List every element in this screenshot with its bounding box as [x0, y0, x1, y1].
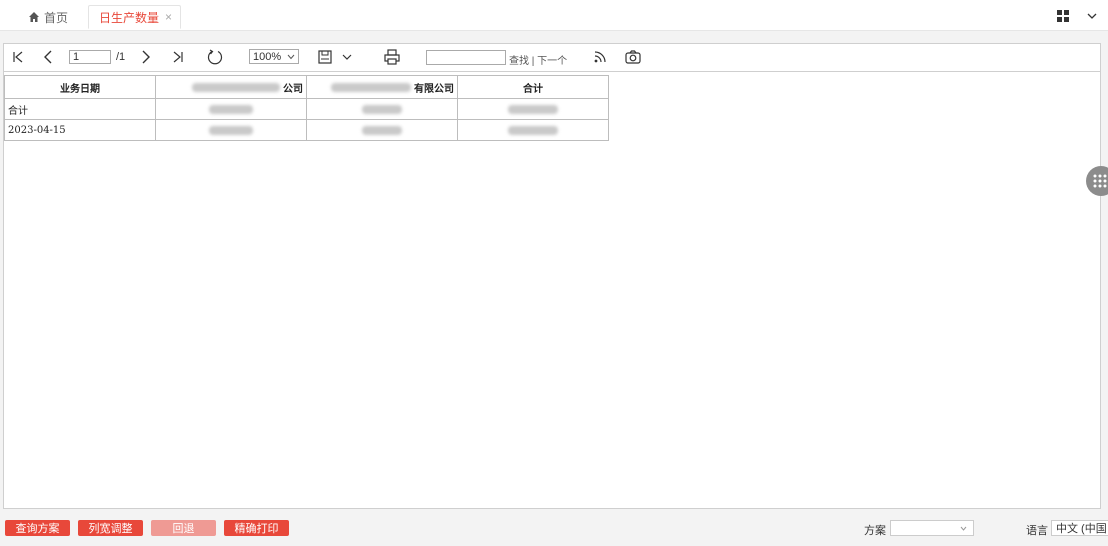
- refresh-icon: [207, 49, 223, 65]
- report-viewer: /1 100%: [3, 43, 1101, 509]
- redacted-value: [362, 125, 402, 135]
- report-toolbar: /1 100%: [4, 44, 1100, 72]
- last-page-icon: [173, 51, 183, 63]
- camera-icon: [625, 50, 641, 64]
- col-header-total: 合计: [457, 75, 609, 99]
- next-page-button[interactable]: [138, 48, 154, 66]
- chevron-down-icon: [287, 54, 295, 59]
- table-cell: [306, 119, 458, 141]
- find-next-link[interactable]: 查找 | 下一个: [509, 52, 567, 67]
- side-panel-handle[interactable]: [1086, 166, 1108, 196]
- language-label: 语言: [1026, 525, 1048, 537]
- col-header-company-2: 有限公司: [306, 75, 458, 99]
- grid-menu-icon[interactable]: [1057, 10, 1069, 22]
- save-button[interactable]: [316, 48, 334, 66]
- language-select[interactable]: 中文 (中国: [1051, 520, 1108, 536]
- redacted-value: [362, 104, 402, 114]
- printer-icon: [384, 49, 400, 65]
- chevron-down-icon: [342, 54, 352, 60]
- zoom-select[interactable]: 100%: [249, 49, 299, 64]
- rss-icon: [594, 51, 606, 63]
- row-label: 2023-04-15: [4, 119, 156, 141]
- last-page-button[interactable]: [170, 48, 186, 66]
- chevron-left-icon: [44, 50, 52, 64]
- find-input[interactable]: [426, 50, 506, 65]
- refresh-button[interactable]: [205, 48, 225, 66]
- language-value: 中文 (中国: [1056, 523, 1107, 535]
- table-cell: [155, 98, 307, 120]
- redacted-name: [331, 82, 411, 92]
- tab-daily-production[interactable]: 日生产数量 ×: [88, 5, 182, 29]
- redacted-value: [209, 104, 253, 114]
- table-cell: [457, 98, 609, 120]
- report-table: 业务日期 公司 有限公司 合计 合计 2023-04-15: [4, 75, 609, 141]
- page-total: /1: [116, 51, 126, 63]
- tab-home[interactable]: 首页: [28, 6, 68, 28]
- bottom-bar: 查询方案 列宽调整 回退 精确打印 方案 语言 中文 (中国: [0, 512, 1108, 546]
- chevron-right-icon: [142, 50, 150, 64]
- feed-button[interactable]: [591, 48, 609, 66]
- tab-bar: 首页 日生产数量 ×: [0, 0, 1108, 31]
- chevron-down-icon[interactable]: [1087, 12, 1097, 20]
- table-row: 合计: [4, 98, 609, 120]
- tab-daily-production-label: 日生产数量: [99, 10, 160, 25]
- redacted-value: [508, 104, 558, 114]
- col-header-company-2-label: 有限公司: [414, 83, 454, 95]
- scheme-select[interactable]: [890, 520, 974, 536]
- rollback-button[interactable]: 回退: [151, 520, 216, 536]
- redacted-name: [192, 82, 280, 92]
- tab-home-label: 首页: [44, 10, 69, 25]
- col-header-company-1: 公司: [155, 75, 307, 99]
- query-scheme-button[interactable]: 查询方案: [5, 520, 70, 536]
- table-cell: [155, 119, 307, 141]
- row-label: 合计: [4, 98, 156, 120]
- table-header-row: 业务日期 公司 有限公司 合计: [4, 75, 609, 99]
- page-number-input[interactable]: [69, 50, 111, 64]
- column-width-button[interactable]: 列宽调整: [78, 520, 143, 536]
- snapshot-button[interactable]: [623, 48, 643, 66]
- home-icon: [29, 12, 39, 22]
- table-cell: [306, 98, 458, 120]
- zoom-value: 100%: [253, 50, 282, 63]
- precise-print-button[interactable]: 精确打印: [224, 520, 289, 536]
- scheme-label: 方案: [864, 525, 886, 537]
- redacted-value: [508, 125, 558, 135]
- col-header-date: 业务日期: [4, 75, 156, 99]
- first-page-icon: [13, 51, 23, 63]
- table-row: 2023-04-15: [4, 119, 609, 141]
- table-cell: [457, 119, 609, 141]
- redacted-value: [209, 125, 253, 135]
- dots-grid-icon: [1093, 174, 1107, 188]
- print-button[interactable]: [383, 48, 401, 66]
- save-options-button[interactable]: [340, 48, 354, 66]
- prev-page-button[interactable]: [40, 48, 56, 66]
- first-page-button[interactable]: [10, 48, 26, 66]
- col-header-company-1-label: 公司: [283, 83, 303, 95]
- chevron-down-icon: [960, 526, 967, 531]
- close-icon[interactable]: ×: [165, 10, 172, 24]
- save-icon: [318, 50, 332, 64]
